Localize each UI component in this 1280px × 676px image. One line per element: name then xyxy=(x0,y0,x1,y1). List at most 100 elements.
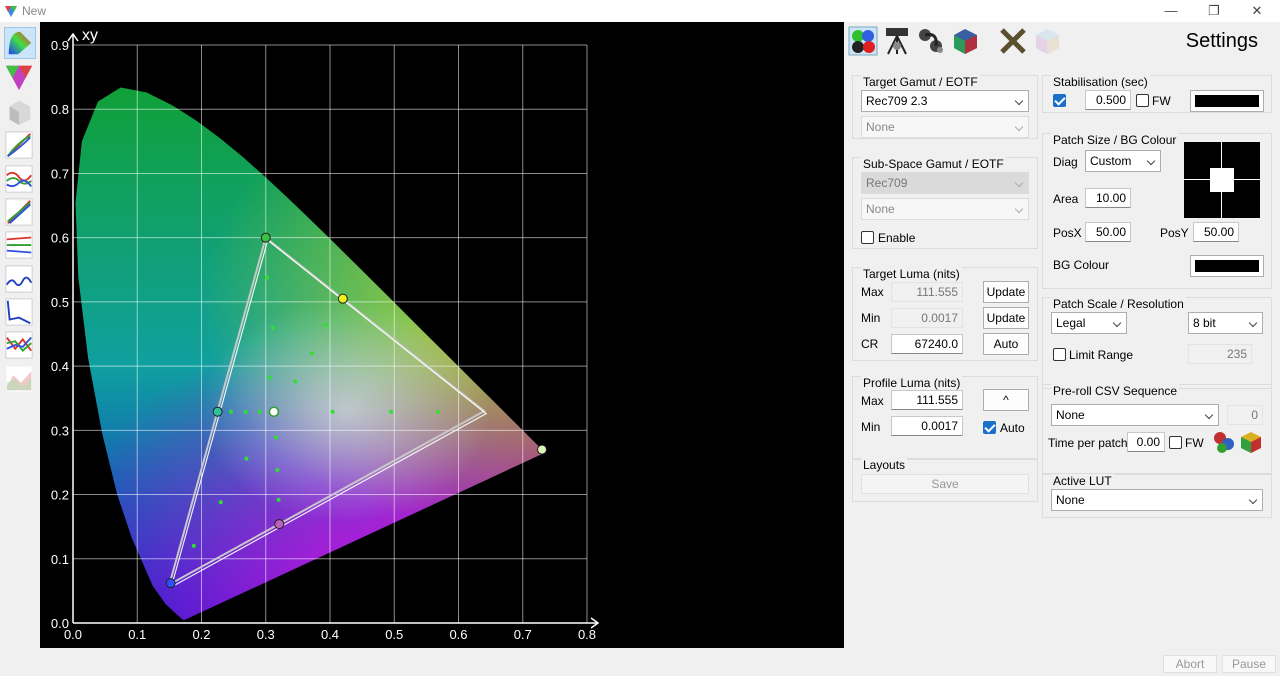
pause-button[interactable]: Pause xyxy=(1222,655,1276,673)
generator-tab-button[interactable] xyxy=(916,26,946,56)
time-per-patch-field[interactable]: 0.00 xyxy=(1127,432,1165,452)
x-tick-label: 0.6 xyxy=(449,627,467,642)
diag-select[interactable]: Custom xyxy=(1085,150,1161,172)
rgb-balance-icon xyxy=(5,165,33,193)
area-field[interactable]: 10.00 xyxy=(1085,188,1131,208)
stabilisation-color-swatch[interactable] xyxy=(1190,90,1264,112)
preroll-sequence-icon[interactable] xyxy=(1212,430,1236,454)
minimize-button[interactable]: — xyxy=(1156,2,1186,20)
rgb-levels-tool[interactable] xyxy=(4,230,36,262)
time-per-patch-label: Time per patch xyxy=(1048,436,1128,450)
saturation-point xyxy=(389,409,394,414)
app-logo-icon xyxy=(5,6,17,17)
secondary-point xyxy=(212,406,223,417)
target-max-update-button[interactable]: Update xyxy=(983,281,1029,303)
active-lut-select[interactable]: None xyxy=(1051,489,1263,511)
saturation-graph-tool[interactable] xyxy=(4,364,36,396)
stabilisation-field[interactable]: 0.500 xyxy=(1085,90,1131,110)
gamma-curve-icon xyxy=(5,198,33,226)
pastel-cube-icon xyxy=(1036,29,1059,54)
profile-max-label: Max xyxy=(861,394,884,408)
saturation-point xyxy=(265,275,270,280)
subspace-enable-label: Enable xyxy=(878,231,916,245)
cable-icon xyxy=(919,29,943,53)
close-button[interactable]: ✕ xyxy=(1242,2,1272,20)
luminance-curve-tool[interactable] xyxy=(4,264,36,296)
x-tick-label: 0.7 xyxy=(514,627,532,642)
cube-icon xyxy=(9,100,31,126)
probe-tab-button[interactable] xyxy=(882,26,912,56)
posy-field[interactable]: 50.00 xyxy=(1193,222,1239,242)
maximize-button[interactable]: ❐ xyxy=(1199,2,1229,20)
active-lut-title: Active LUT xyxy=(1051,474,1114,488)
target-min-update-button[interactable]: Update xyxy=(983,307,1029,329)
delta-e-icon xyxy=(5,298,33,326)
saturation-graph-icon xyxy=(5,365,33,393)
target-cr-field[interactable]: 67240.0 xyxy=(891,334,963,354)
saturation-point xyxy=(218,500,223,505)
preroll-title: Pre-roll CSV Sequence xyxy=(1051,384,1180,398)
saturation-point xyxy=(435,409,440,414)
bg-colour-swatch[interactable] xyxy=(1190,255,1264,277)
saturation-point xyxy=(257,409,262,414)
saturation-point xyxy=(243,409,248,414)
tools-tab-button[interactable] xyxy=(998,26,1028,56)
patch-scale-select[interactable]: Legal xyxy=(1051,312,1127,334)
layout-save-button[interactable]: Save xyxy=(861,474,1029,494)
saturation-point xyxy=(330,409,335,414)
primary-point xyxy=(537,444,548,455)
abort-button[interactable]: Abort xyxy=(1163,655,1217,673)
y-tick-label: 0.9 xyxy=(51,38,69,53)
preroll-select[interactable]: None xyxy=(1051,404,1219,426)
profile-auto-checkbox[interactable] xyxy=(983,421,996,434)
preroll-count-field: 0 xyxy=(1227,405,1263,425)
rgb-curve-tool[interactable] xyxy=(4,130,36,162)
target-gamut-title: Target Gamut / EOTF xyxy=(861,75,980,89)
profile-up-button[interactable]: ^ xyxy=(983,389,1029,411)
gamut-triangle-icon xyxy=(5,65,33,91)
color-wheel-tool[interactable] xyxy=(4,27,36,59)
gamut-triangle-tool[interactable] xyxy=(4,62,36,94)
profile-min-field[interactable]: 0.0017 xyxy=(891,416,963,436)
lut-tab-button[interactable] xyxy=(950,26,980,56)
rgb-levels-icon xyxy=(5,231,33,259)
stabilisation-enable-checkbox[interactable] xyxy=(1053,94,1066,107)
saturation-point xyxy=(267,375,272,380)
target-max-label: Max xyxy=(861,285,884,299)
delta-e-tool[interactable] xyxy=(4,297,36,329)
patch-scale-group: Patch Scale / Resolution Legal 8 bit Lim… xyxy=(1042,297,1272,389)
profile-luma-group: Profile Luma (nits) Max 111.555 ^ Min 0.… xyxy=(852,376,1038,460)
bit-depth-select[interactable]: 8 bit xyxy=(1188,312,1263,334)
subspace-gamut-select[interactable]: Rec709 xyxy=(861,172,1029,194)
y-tick-label: 0.1 xyxy=(51,552,69,567)
saturation-point xyxy=(293,379,298,384)
measure-tab-button[interactable] xyxy=(848,26,878,56)
subspace-enable-checkbox[interactable] xyxy=(861,231,874,244)
target-auto-button[interactable]: Auto xyxy=(983,333,1029,355)
rgb-deviation-tool[interactable] xyxy=(4,330,36,362)
target-max-field: 111.555 xyxy=(891,282,963,302)
rgb-balance-tool[interactable] xyxy=(4,164,36,196)
subspace-eotf-select[interactable]: None xyxy=(861,198,1029,220)
target-gamut-select[interactable]: Rec709 2.3 xyxy=(861,90,1029,112)
limit-range-field: 235 xyxy=(1188,344,1252,364)
gamma-curve-tool[interactable] xyxy=(4,197,36,229)
area-label: Area xyxy=(1053,192,1079,206)
limit-range-checkbox[interactable] xyxy=(1053,348,1066,361)
preroll-cube-icon[interactable] xyxy=(1239,430,1263,454)
target-luma-title: Target Luma (nits) xyxy=(861,267,962,281)
preroll-fw-checkbox[interactable] xyxy=(1169,436,1182,449)
preroll-group: Pre-roll CSV Sequence None 0 Time per pa… xyxy=(1042,384,1272,474)
target-eotf-select[interactable]: None xyxy=(861,116,1029,138)
secondary-point xyxy=(274,519,285,530)
y-tick-label: 0.5 xyxy=(51,295,69,310)
cube-view-tab-button[interactable] xyxy=(1032,26,1062,56)
profile-max-field[interactable]: 111.555 xyxy=(891,390,963,410)
posx-field[interactable]: 50.00 xyxy=(1085,222,1131,242)
rgb-deviation-icon xyxy=(5,331,33,359)
patch-size-group: Patch Size / BG Colour Diag Custom Area … xyxy=(1042,133,1272,289)
cube-tool[interactable] xyxy=(4,97,36,129)
saturation-point xyxy=(310,351,315,356)
y-tick-label: 0.0 xyxy=(51,616,69,631)
stabilisation-fw-checkbox[interactable] xyxy=(1136,94,1149,107)
